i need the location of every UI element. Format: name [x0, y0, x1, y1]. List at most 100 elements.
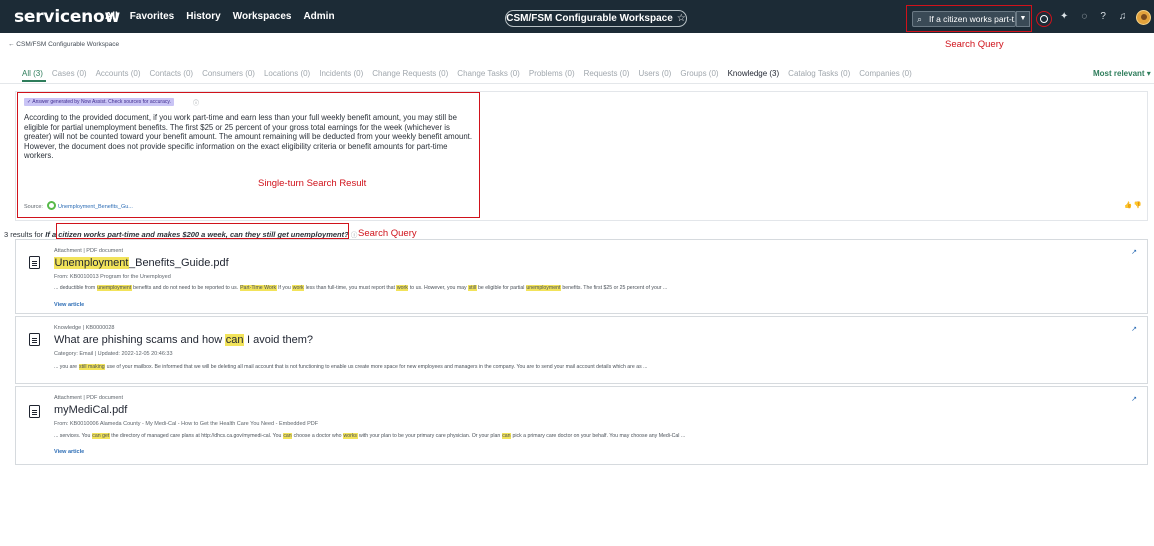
snippet-highlight: work — [396, 285, 409, 291]
chat-icon[interactable]: ◌ — [1081, 11, 1087, 22]
sparkle-icon[interactable]: ✦ — [1060, 11, 1068, 22]
view-article-link[interactable]: View article — [54, 449, 84, 455]
results-count: 3 results for — [4, 230, 44, 239]
tab-accounts[interactable]: Accounts (0) — [96, 69, 141, 78]
result-title[interactable]: myMediCal.pdf — [54, 404, 127, 416]
help-icon[interactable]: ? — [1100, 11, 1106, 22]
result-snippet: ... you are still making use of your mai… — [54, 364, 647, 370]
snippet-text: ... services. You — [54, 433, 92, 439]
result-source: From: KB0010013 Program for the Unemploy… — [54, 274, 171, 280]
tab-requests[interactable]: Requests (0) — [584, 69, 630, 78]
tab-contacts[interactable]: Contacts (0) — [149, 69, 193, 78]
annotation-box-answer — [17, 92, 480, 218]
result-tabs: All (3) Cases (0) Accounts (0) Contacts … — [22, 69, 912, 78]
result-meta: Attachment | PDF document — [54, 395, 123, 401]
snippet-text: benefits and do not need to be reported … — [131, 285, 240, 291]
tab-users[interactable]: Users (0) — [638, 69, 671, 78]
snippet-highlight: can — [501, 433, 512, 439]
tab-problems[interactable]: Problems (0) — [529, 69, 575, 78]
document-icon — [29, 333, 40, 346]
snippet-text: choose a doctor who — [292, 433, 343, 439]
snippet-text: pick a primary care doctor on your behal… — [511, 433, 686, 439]
tab-consumers[interactable]: Consumers (0) — [202, 69, 255, 78]
title-highlight: Unemployment — [54, 257, 129, 269]
title-highlight: can — [225, 334, 244, 346]
globe-inner — [1040, 15, 1048, 23]
tab-cases[interactable]: Cases (0) — [52, 69, 87, 78]
tab-incidents[interactable]: Incidents (0) — [319, 69, 363, 78]
result-snippet: ... services. You can get the directory … — [54, 433, 685, 439]
back-link[interactable]: ← CSM/FSM Configurable Workspace — [8, 41, 119, 48]
feedback-icons: 👍 👎 — [1124, 201, 1142, 209]
snippet-highlight: still making — [78, 364, 106, 370]
snippet-highlight: Part-Time Work — [239, 285, 277, 291]
tab-change-requests[interactable]: Change Requests (0) — [372, 69, 448, 78]
open-external-icon[interactable]: ↗ — [1131, 395, 1137, 403]
main-nav: All Favorites History Workspaces Admin — [105, 11, 335, 22]
result-category: Category: Email | Updated: 2022-12-05 20… — [54, 351, 173, 357]
tab-catalog-tasks[interactable]: Catalog Tasks (0) — [788, 69, 850, 78]
workspace-pill[interactable]: CSM/FSM Configurable Workspace ☆ — [505, 10, 687, 27]
result-snippet: ... deductible from unemployment benefit… — [54, 285, 667, 291]
thumbs-down-icon[interactable]: 👎 — [1134, 202, 1142, 209]
globe-icon[interactable] — [1036, 11, 1052, 27]
snippet-text: benefits. The first $25 or 25 percent of… — [560, 285, 668, 291]
open-external-icon[interactable]: ↗ — [1131, 325, 1137, 333]
snippet-text: If you — [276, 285, 293, 291]
document-icon — [29, 405, 40, 418]
result-meta: Knowledge | KB0000028 — [54, 325, 115, 331]
snippet-text: ... you are — [54, 364, 79, 370]
result-card[interactable]: Attachment | PDF document Unemployment_B… — [15, 239, 1148, 314]
tab-change-tasks[interactable]: Change Tasks (0) — [457, 69, 520, 78]
view-article-link[interactable]: View article — [54, 302, 84, 308]
star-icon[interactable]: ☆ — [677, 13, 686, 24]
nav-all[interactable]: All — [105, 11, 118, 22]
document-icon — [29, 256, 40, 269]
snippet-text: be eligible for partial — [476, 285, 526, 291]
tab-groups[interactable]: Groups (0) — [680, 69, 718, 78]
thumbs-up-icon[interactable]: 👍 — [1124, 202, 1132, 209]
snippet-text: use of your mailbox. Be informed that we… — [105, 364, 648, 370]
snippet-highlight: unemployment — [96, 285, 132, 291]
active-tab-indicator — [22, 80, 46, 82]
nav-icon-group: ✦ ◌ ? ♫ — [1060, 11, 1126, 22]
sort-dropdown[interactable]: Most relevant ▾ — [1093, 69, 1151, 78]
snippet-highlight: unemployment — [525, 285, 561, 291]
snippet-text: less than full-time, you must report tha… — [304, 285, 397, 291]
result-meta: Attachment | PDF document — [54, 248, 123, 254]
snippet-highlight: still — [468, 285, 477, 291]
workspace-label: CSM/FSM Configurable Workspace — [506, 13, 673, 24]
snippet-highlight: can get — [91, 433, 110, 439]
snippet-text: the directory of managed care plans at h… — [109, 433, 283, 439]
nav-workspaces[interactable]: Workspaces — [233, 11, 292, 22]
snippet-text: ... deductible from — [54, 285, 97, 291]
result-title[interactable]: Unemployment_Benefits_Guide.pdf — [54, 257, 229, 269]
snippet-text: to us. However, you may — [408, 285, 469, 291]
bell-icon[interactable]: ♫ — [1119, 11, 1127, 22]
snippet-highlight: works — [342, 433, 358, 439]
tab-knowledge[interactable]: Knowledge (3) — [728, 69, 780, 78]
snippet-text: with your plan to be your primary care p… — [357, 433, 502, 439]
tab-all[interactable]: All (3) — [22, 69, 43, 78]
title-text: _Benefits_Guide.pdf — [128, 257, 229, 269]
title-text: What are phishing scams and how — [54, 334, 226, 346]
result-title[interactable]: What are phishing scams and how can I av… — [54, 334, 313, 346]
annotation-label-query: Search Query — [358, 228, 417, 239]
annotation-box-query — [56, 223, 349, 239]
annotation-box-search — [906, 5, 1032, 32]
nav-history[interactable]: History — [186, 11, 220, 22]
snippet-highlight: can — [282, 433, 293, 439]
annotation-label-search-query: Search Query — [945, 39, 1004, 50]
avatar[interactable] — [1136, 10, 1151, 25]
snippet-highlight: work — [292, 285, 305, 291]
tab-locations[interactable]: Locations (0) — [264, 69, 310, 78]
nav-favorites[interactable]: Favorites — [130, 11, 174, 22]
result-card[interactable]: Attachment | PDF document myMediCal.pdf … — [15, 386, 1148, 465]
info-icon[interactable]: ⓘ — [351, 232, 358, 239]
tab-companies[interactable]: Companies (0) — [859, 69, 911, 78]
open-external-icon[interactable]: ↗ — [1131, 248, 1137, 256]
result-card[interactable]: Knowledge | KB0000028 What are phishing … — [15, 316, 1148, 384]
title-text: I avoid them? — [243, 334, 314, 346]
nav-admin[interactable]: Admin — [303, 11, 334, 22]
tab-divider — [0, 83, 1154, 84]
